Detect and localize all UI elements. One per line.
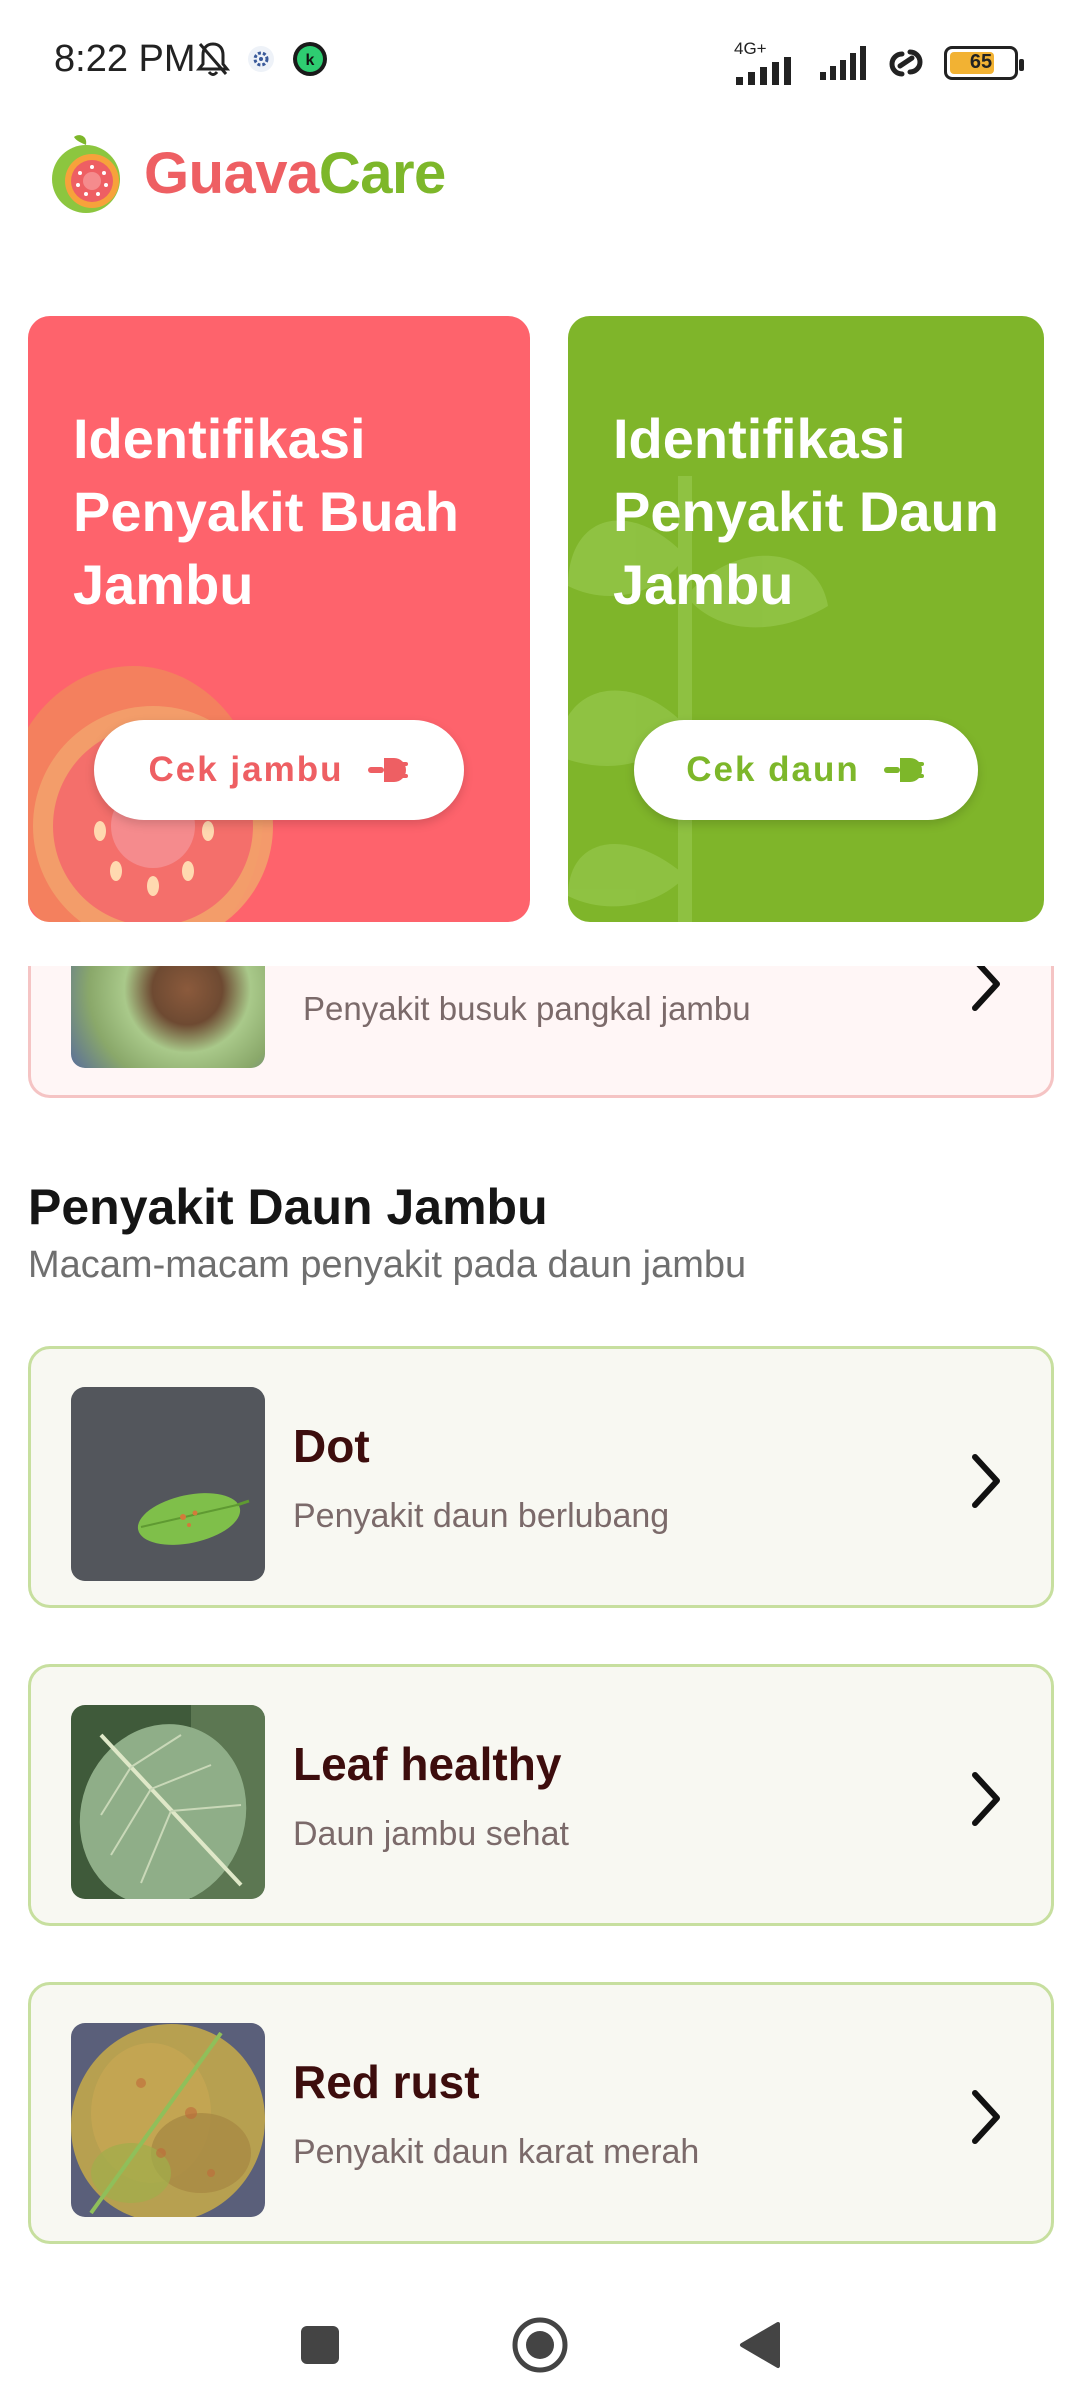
check-fruit-label: Cek jambu	[148, 750, 344, 789]
back-icon	[740, 2322, 780, 2368]
status-notification-icons: k	[196, 40, 328, 78]
fruit-disease-description: Penyakit busuk pangkal jambu	[303, 990, 751, 1027]
recent-apps-button[interactable]	[285, 2310, 355, 2380]
chevron-right-icon	[972, 1772, 1000, 1826]
chevron-right-icon	[972, 2090, 1000, 2144]
recent-apps-icon	[301, 2326, 339, 2364]
fruit-disease-card[interactable]: Penyakit busuk pangkal jambu	[28, 966, 1054, 1098]
hero-fruit-title: Identifikasi Penyakit Buah Jambu	[73, 407, 459, 616]
home-button[interactable]	[505, 2310, 575, 2380]
back-button[interactable]	[725, 2310, 795, 2380]
leaf-section-title: Penyakit Daun Jambu	[28, 1179, 548, 1235]
battery-icon: 65	[944, 45, 1024, 80]
home-icon	[512, 2317, 568, 2373]
leaf-red-rust-thumbnail	[71, 2023, 265, 2217]
leaf-disease-card-healthy[interactable]: Leaf healthy Daun jambu sehat	[28, 1664, 1054, 1926]
battery-level: 65	[969, 51, 993, 73]
leaf-disease-card-dot[interactable]: Dot Penyakit daun berlubang	[28, 1346, 1054, 1608]
status-time: 8:22 PM	[54, 38, 196, 80]
app-k-icon: k	[293, 42, 327, 76]
chevron-right-icon	[972, 1454, 1000, 1508]
leaf-section-subtitle: Macam-macam penyakit pada daun jambu	[28, 1244, 747, 1286]
hero-card-leaf[interactable]: Identifikasi Penyakit Daun Jambu Cek dau…	[568, 316, 1044, 922]
svg-text:k: k	[306, 52, 315, 69]
plug-arrow-icon	[883, 758, 924, 782]
leaf-disease-name: Red rust	[293, 2056, 480, 2108]
fruit-disease-thumbnail	[71, 966, 265, 1068]
check-leaf-button[interactable]: Cek daun	[634, 720, 978, 820]
hero-card-fruit[interactable]: Identifikasi Penyakit Buah Jambu Cek jam…	[28, 316, 530, 922]
hero-leaf-title: Identifikasi Penyakit Daun Jambu	[613, 407, 999, 616]
gear-badge-icon	[248, 46, 274, 72]
app-title-part2: Care	[318, 140, 446, 206]
signal-2-icon	[820, 45, 866, 80]
leaf-disease-card-red-rust[interactable]: Red rust Penyakit daun karat merah	[28, 1982, 1054, 2244]
hotspot-link-icon	[889, 49, 923, 76]
app-title: GuavaCare	[144, 140, 446, 207]
bell-muted-icon	[196, 42, 230, 76]
check-fruit-button[interactable]: Cek jambu	[94, 720, 464, 820]
leaf-healthy-thumbnail	[71, 1705, 265, 1899]
leaf-dot-thumbnail	[71, 1387, 265, 1581]
system-nav-bar	[0, 2290, 1080, 2400]
app-header: GuavaCare	[44, 128, 446, 218]
chevron-right-icon	[972, 966, 1000, 1011]
leaf-disease-description: Daun jambu sehat	[293, 1815, 569, 1853]
plug-arrow-icon	[367, 758, 408, 782]
signal-1-icon	[736, 57, 791, 85]
guava-logo-icon	[52, 135, 120, 213]
leaf-disease-description: Penyakit daun karat merah	[293, 2133, 700, 2171]
app-title-part1: Guava	[144, 140, 319, 206]
leaf-disease-name: Leaf healthy	[293, 1738, 562, 1790]
network-type: 4G+	[734, 39, 767, 58]
status-bar: 8:22 PM k 4G+ 65	[0, 0, 1080, 120]
check-leaf-label: Cek daun	[686, 750, 860, 789]
leaf-disease-description: Penyakit daun berlubang	[293, 1497, 670, 1535]
status-system-icons: 4G+ 65	[734, 39, 1024, 85]
leaf-disease-name: Dot	[293, 1420, 370, 1472]
